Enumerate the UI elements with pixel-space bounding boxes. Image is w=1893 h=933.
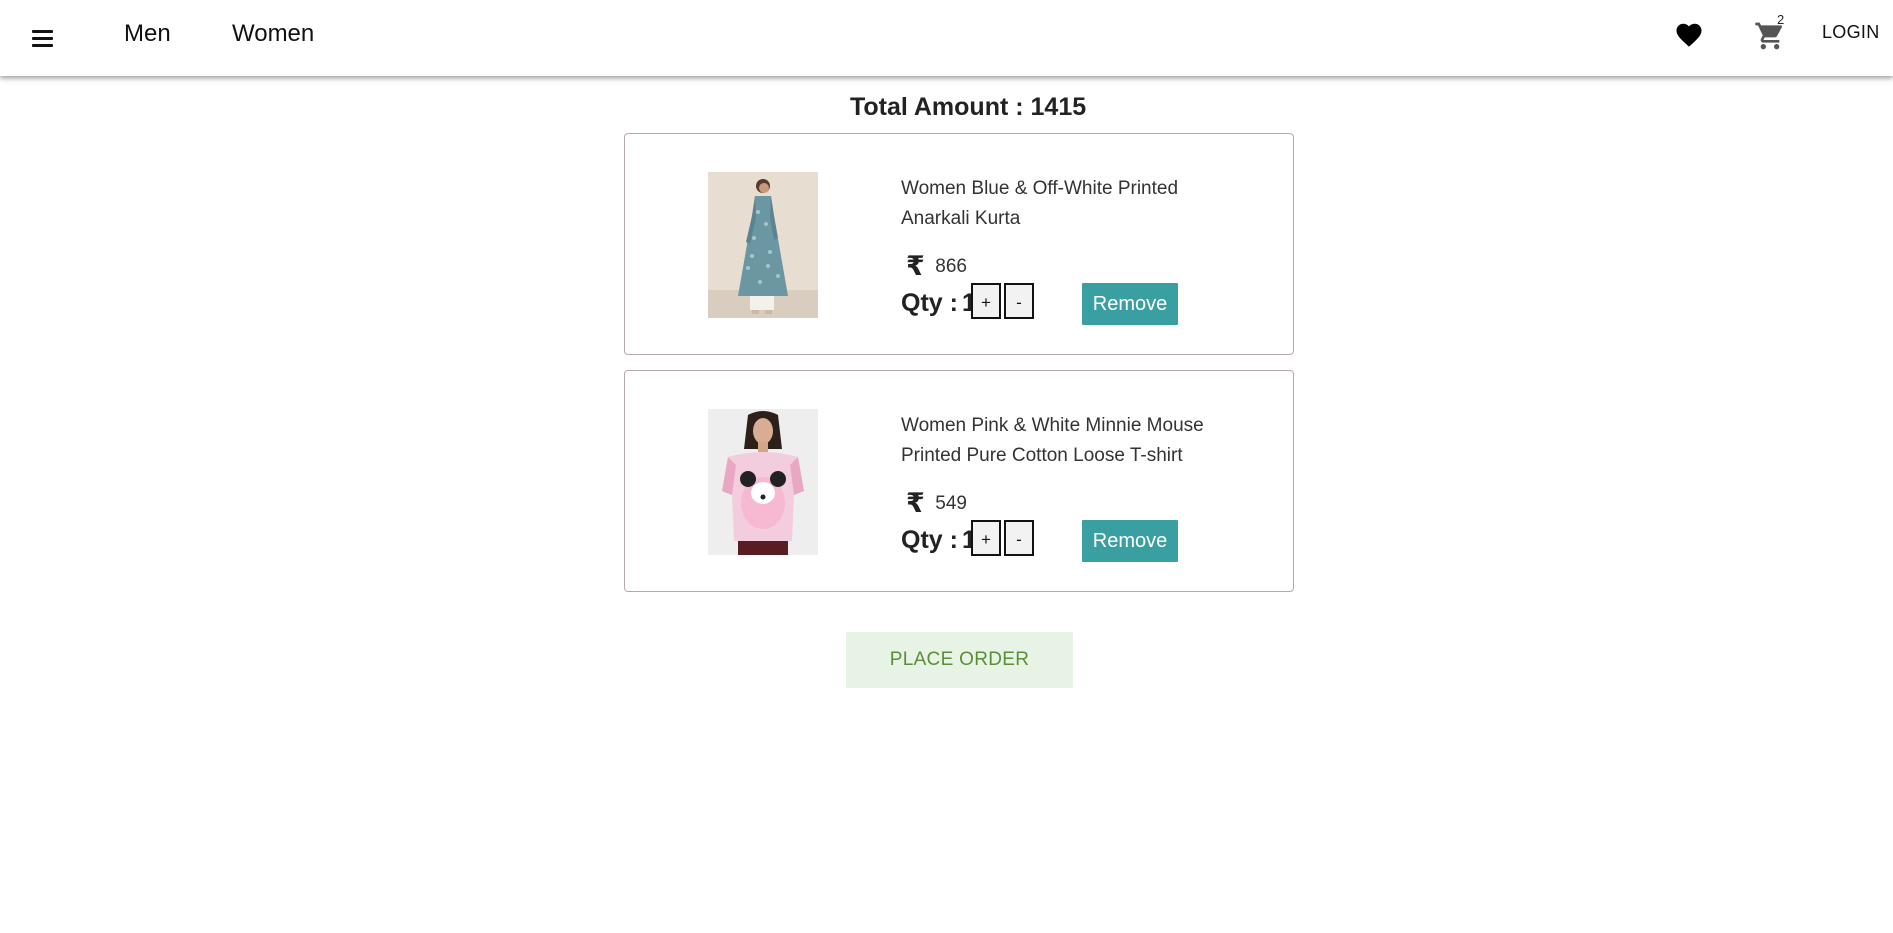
product-price: 866 [935, 255, 967, 277]
increase-quantity-button[interactable]: + [971, 520, 1001, 556]
login-button[interactable]: LOGIN [1822, 22, 1880, 43]
heart-icon[interactable] [1674, 20, 1704, 50]
cart-item: Women Pink & White Minnie Mouse Printed … [624, 370, 1294, 592]
quantity-label: Qty : [901, 526, 958, 554]
total-amount: Total Amount : 1415 [850, 93, 1087, 121]
app-bar: Men Women 2 LOGIN [0, 0, 1893, 76]
decrease-quantity-button[interactable]: - [1004, 520, 1034, 556]
place-order-button[interactable]: PLACE ORDER [846, 632, 1073, 688]
remove-button[interactable]: Remove [1082, 283, 1178, 325]
remove-button[interactable]: Remove [1082, 520, 1178, 562]
cart-count-badge: 2 [1777, 12, 1785, 27]
product-image[interactable] [708, 172, 818, 318]
price-row: ₹ 866 [906, 251, 967, 283]
product-image[interactable] [708, 409, 818, 555]
decrease-quantity-button[interactable]: - [1004, 283, 1034, 319]
product-price: 549 [935, 492, 967, 514]
increase-quantity-button[interactable]: + [971, 283, 1001, 319]
product-name[interactable]: Women Pink & White Minnie Mouse Printed … [901, 411, 1231, 471]
nav-link-men[interactable]: Men [124, 16, 171, 52]
rupee-icon: ₹ [906, 251, 925, 281]
cart-item: Women Blue & Off-White Printed Anarkali … [624, 133, 1294, 355]
price-row: ₹ 549 [906, 488, 967, 520]
nav-link-women[interactable]: Women [232, 16, 314, 52]
quantity-label: Qty : [901, 289, 958, 317]
rupee-icon: ₹ [906, 488, 925, 518]
menu-icon[interactable] [30, 28, 54, 50]
product-name[interactable]: Women Blue & Off-White Printed Anarkali … [901, 174, 1231, 234]
